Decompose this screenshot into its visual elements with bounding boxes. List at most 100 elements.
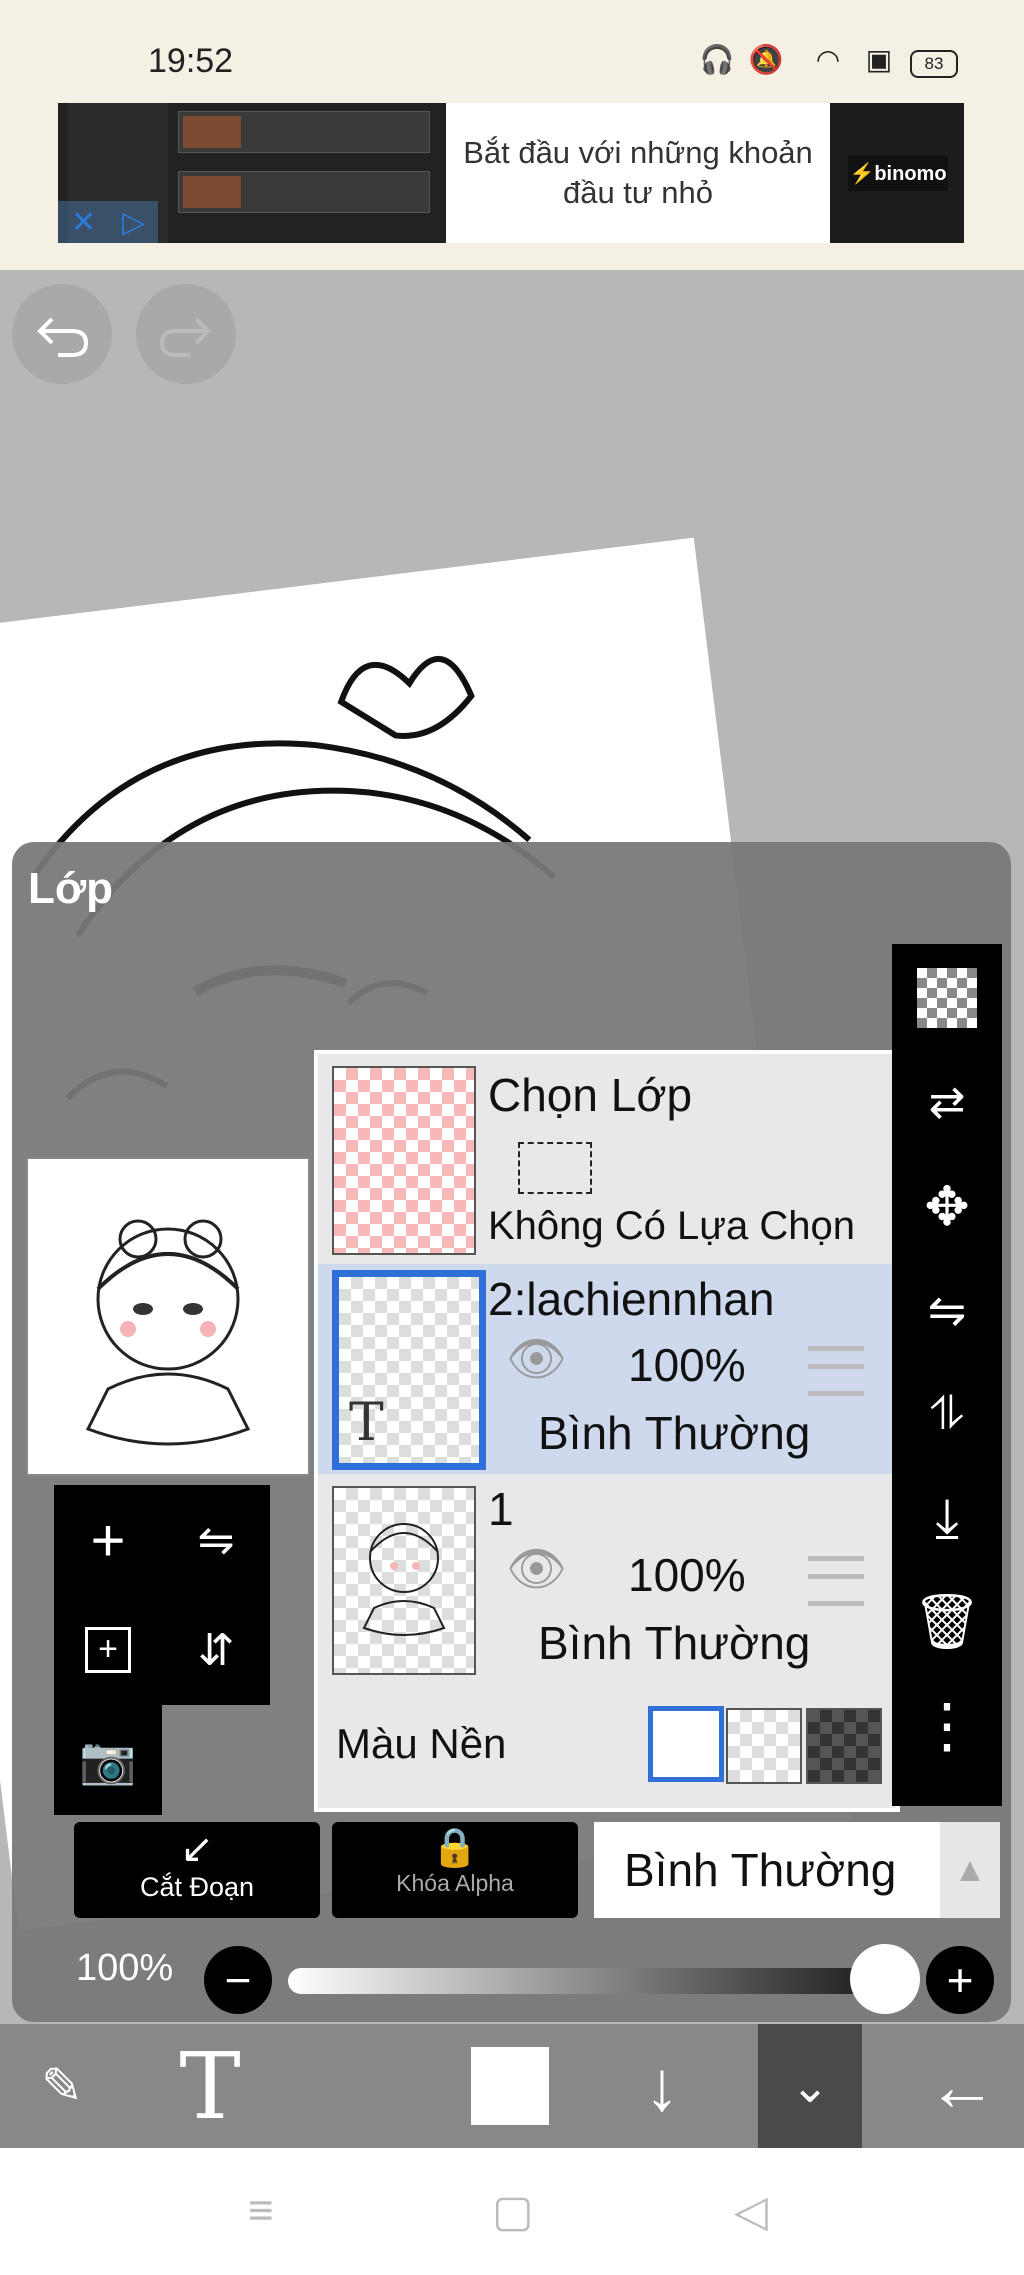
thumbnail-art [362, 1523, 446, 1636]
add-icon: + [90, 1506, 126, 1574]
alpha-lock-button[interactable]: 🔒 Khóa Alpha [332, 1822, 578, 1918]
ad-choices[interactable]: ✕ ▷ [58, 201, 158, 243]
layer-toggle-button[interactable]: ⌄ [758, 2024, 862, 2148]
layer-left-tools: + ⇋ + ⇵ 📷 [54, 1485, 270, 1815]
lock-icon: 🔒 [431, 1827, 479, 1869]
layer-thumbnail [332, 1486, 476, 1675]
wifi-icon: ◠ [815, 43, 841, 75]
opacity-slider-knob[interactable] [850, 1944, 920, 2014]
eye-icon[interactable]: 👁 [506, 1540, 567, 1597]
blend-mode-select[interactable]: Bình Thường [594, 1822, 940, 1918]
down-arrow-button[interactable]: ↓ [612, 2024, 712, 2148]
headphone-icon: 🎧 [699, 43, 735, 75]
undo-button[interactable] [12, 284, 112, 384]
ad-close-icon[interactable]: ✕ [71, 205, 96, 240]
selection-layer-row[interactable]: Chọn Lớp Không Có Lựa Chọn [318, 1054, 896, 1267]
system-nav-bar: ≡ ▢ ◁ [0, 2148, 1024, 2275]
layer-thumbnail: T [332, 1270, 486, 1470]
chevron-double-down-icon: ⌄ [790, 2060, 830, 2112]
undo-icon [37, 317, 89, 357]
rotate-icon: ⥮ [930, 1387, 964, 1439]
flip-icon: ⇋ [927, 1284, 967, 1336]
swap-icon: ⇄ [928, 1077, 966, 1127]
layer-opacity[interactable]: 100% [628, 1338, 746, 1392]
opacity-decrease-button[interactable]: − [204, 1946, 272, 2014]
duplicate-icon: + [85, 1627, 131, 1673]
text-tool-icon: T [179, 2032, 241, 2140]
transparency-button[interactable] [907, 958, 987, 1038]
layer-blend-mode: Bình Thường [538, 1407, 811, 1459]
layer-list: Chọn Lớp Không Có Lựa Chọn T 2:lachiennh… [314, 1050, 900, 1812]
layer-right-tools: ⇄ ✥ ⇋ ⥮ ⤓ 🗑 ⋮ [892, 944, 1002, 1806]
arrow-left-icon: ← [927, 2047, 997, 2125]
selection-status: Không Có Lựa Chọn [488, 1204, 856, 1248]
ad-brand-logo: ⚡binomo [848, 155, 948, 191]
cast-icon: ▣ [865, 43, 893, 75]
color-button[interactable] [460, 2024, 560, 2148]
text-tool-button[interactable]: T [160, 2024, 260, 2148]
flip-horizontal-icon: ⇋ [197, 1515, 235, 1565]
selection-icon [518, 1142, 592, 1194]
bg-dark-option[interactable] [806, 1708, 882, 1784]
redo-button[interactable] [136, 284, 236, 384]
flip-vertical-button[interactable]: ⇵ [162, 1595, 270, 1705]
brush-eraser-button[interactable]: ✎ [14, 2024, 110, 2148]
bg-white-option[interactable] [648, 1706, 724, 1782]
trash-icon: 🗑 [912, 1591, 982, 1652]
minus-icon: − [224, 1954, 252, 2006]
alpha-lock-label: Khóa Alpha [396, 1870, 514, 1896]
canvas-preview[interactable] [26, 1157, 310, 1476]
back-button[interactable]: ← [910, 2024, 1014, 2148]
merge-down-button[interactable]: ⤓ [907, 1478, 987, 1558]
layer-name: 1 [488, 1483, 514, 1535]
blend-mode-arrow-icon[interactable]: ▲ [940, 1822, 1000, 1918]
add-layer-button[interactable]: + [54, 1485, 162, 1595]
back-nav-icon[interactable]: ◁ [734, 2186, 768, 2237]
background-color-row: Màu Nền [318, 1684, 896, 1808]
opacity-slider[interactable] [288, 1968, 908, 1994]
status-ad-area: 19:52 🎧 🔕 ◠ ▣ 83 Bắt đầu với những khoản… [0, 0, 1024, 270]
eye-icon[interactable]: 👁 [506, 1330, 567, 1387]
opacity-label: 100% [76, 1947, 174, 1989]
layer-name: Chọn Lớp [488, 1069, 693, 1121]
duplicate-layer-button[interactable]: + [54, 1595, 162, 1705]
drag-handle-icon[interactable] [808, 1346, 864, 1396]
opacity-increase-button[interactable]: + [926, 1946, 994, 2014]
move-icon: ✥ [924, 1176, 970, 1237]
status-time: 19:52 [148, 42, 234, 80]
mute-icon: 🔕 [748, 43, 784, 75]
camera-icon: 📷 [79, 1733, 137, 1786]
bg-transparent-option[interactable] [726, 1708, 802, 1784]
move-button[interactable]: ✥ [907, 1166, 987, 1246]
layer-blend-mode: Bình Thường [538, 1617, 811, 1669]
layer-row[interactable]: 1 👁 100% Bình Thường [318, 1474, 896, 1687]
merge-down-icon: ⤓ [935, 1487, 959, 1548]
flip-vertical-icon: ⇵ [197, 1625, 235, 1675]
menu-nav-icon[interactable]: ≡ [248, 2186, 274, 2236]
swap-layer-button[interactable]: ⇄ [907, 1062, 987, 1142]
layer-opacity[interactable]: 100% [628, 1548, 746, 1602]
layer-row[interactable]: T 2:lachiennhan 👁 100% Bình Thường [318, 1264, 896, 1477]
layer-name: 2:lachiennhan [488, 1273, 775, 1325]
clip-button[interactable]: ↙ Cắt Đoạn [74, 1822, 320, 1918]
ad-play-icon: ▷ [121, 205, 146, 239]
background-label: Màu Nền [336, 1720, 507, 1767]
layer-panel: Lớp + ⇋ + ⇵ 📷 Chọn Lớp Không Có Lựa Chọn [12, 842, 1011, 2022]
flip-horizontal-button[interactable]: ⇋ [162, 1485, 270, 1595]
drag-handle-icon[interactable] [808, 1556, 864, 1606]
color-swatch [471, 2047, 549, 2125]
camera-button[interactable]: 📷 [54, 1705, 162, 1815]
preview-art [85, 1219, 251, 1446]
battery-indicator: 83 [910, 50, 958, 78]
delete-layer-button[interactable]: 🗑 [907, 1582, 987, 1662]
flip-layer-button[interactable]: ⇋ [907, 1270, 987, 1350]
rotate-layer-button[interactable]: ⥮ [907, 1374, 987, 1454]
panel-title: Lớp [28, 864, 114, 913]
more-button[interactable]: ⋮ [907, 1686, 987, 1766]
checker-icon [917, 968, 977, 1028]
clip-label: Cắt Đoạn [139, 1872, 255, 1902]
ad-text: Bắt đầu với những khoản đầu tư nhỏ [446, 103, 830, 243]
ad-banner[interactable]: Bắt đầu với những khoản đầu tư nhỏ ⚡bino… [58, 103, 964, 243]
home-nav-icon[interactable]: ▢ [492, 2186, 534, 2237]
bottom-toolbar: ✎ T ↓ ⌄ ← [0, 2024, 1024, 2148]
